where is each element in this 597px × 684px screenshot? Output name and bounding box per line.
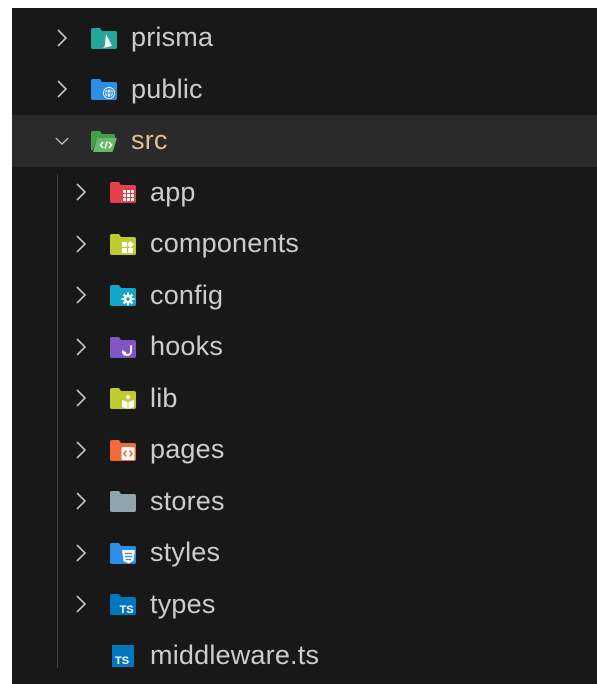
tree-item-components[interactable]: components [12, 218, 597, 270]
tree-item-prisma[interactable]: prisma [12, 12, 597, 64]
file-tree: prisma public src app components config … [12, 12, 597, 682]
tree-item-label: types [150, 588, 216, 619]
tree-item-label: prisma [131, 22, 214, 53]
ts-icon-text: TS [120, 604, 134, 615]
tree-item-hooks[interactable]: hooks [12, 321, 597, 373]
tree-item-config[interactable]: config [12, 270, 597, 322]
chevron-right-icon [74, 491, 88, 511]
chevron-right-icon [55, 28, 69, 48]
tree-item-label: styles [150, 537, 221, 568]
config-folder-icon [110, 283, 136, 307]
tree-item-label: config [150, 279, 224, 310]
chevron-right-icon [74, 182, 88, 202]
chevron-right-icon [74, 285, 88, 305]
tree-item-public[interactable]: public [12, 64, 597, 116]
app-folder-icon [110, 180, 136, 204]
components-folder-icon [110, 232, 136, 256]
tree-item-label: components [150, 228, 300, 259]
pages-folder-icon [110, 438, 136, 462]
tree-item-label: public [131, 73, 203, 104]
tree-item-middleware-ts[interactable]: TS middleware.ts [12, 630, 597, 682]
folder-icon [110, 489, 136, 513]
tree-item-styles[interactable]: styles [12, 527, 597, 579]
tree-item-label: lib [150, 382, 178, 413]
prisma-folder-icon [91, 26, 117, 50]
typescript-file-icon: TS [110, 644, 136, 668]
chevron-down-icon [55, 131, 69, 151]
tree-item-stores[interactable]: stores [12, 476, 597, 528]
tree-item-lib[interactable]: lib [12, 373, 597, 425]
tree-item-label: stores [150, 485, 225, 516]
tree-item-label: middleware.ts [150, 640, 320, 671]
tree-item-label: hooks [150, 331, 224, 362]
tree-item-label: src [131, 125, 168, 156]
src-folder-icon [91, 129, 117, 153]
types-folder-icon: TS [110, 592, 136, 616]
chevron-right-icon [74, 594, 88, 614]
tree-item-label: app [150, 176, 196, 207]
chevron-right-icon [55, 79, 69, 99]
tree-item-src[interactable]: src [12, 115, 597, 167]
chevron-right-icon [74, 440, 88, 460]
tree-item-app[interactable]: app [12, 167, 597, 219]
chevron-right-icon [74, 388, 88, 408]
tree-item-pages[interactable]: pages [12, 424, 597, 476]
tree-item-label: pages [150, 434, 225, 465]
lib-folder-icon [110, 386, 136, 410]
chevron-right-icon [74, 543, 88, 563]
hooks-folder-icon [110, 335, 136, 359]
ts-icon-text: TS [115, 655, 129, 667]
tree-item-types[interactable]: TS types [12, 579, 597, 631]
chevron-right-icon [74, 234, 88, 254]
file-explorer: prisma public src app components config … [12, 8, 597, 684]
styles-folder-icon [110, 541, 136, 565]
public-folder-icon [91, 77, 117, 101]
chevron-right-icon [74, 337, 88, 357]
